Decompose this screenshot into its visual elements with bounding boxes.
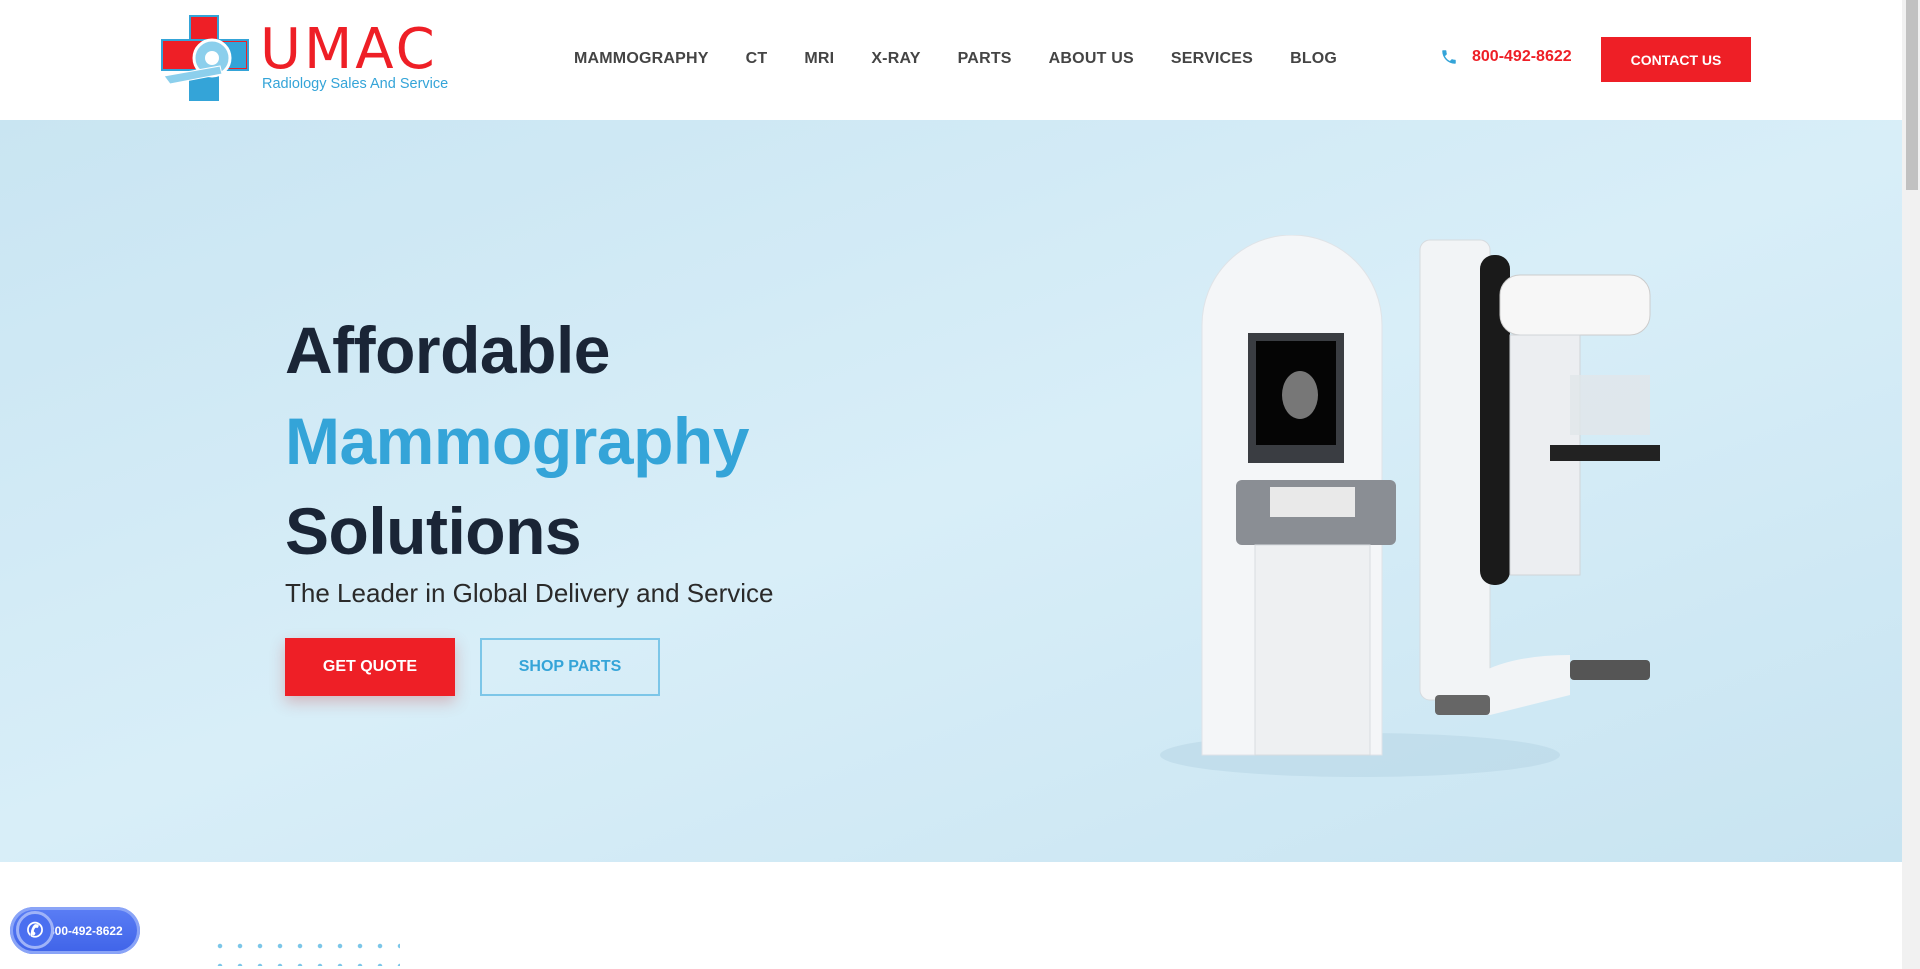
nav-blog[interactable]: BLOG — [1290, 50, 1337, 68]
header-phone-link[interactable]: 800-492-8622 — [1440, 48, 1572, 66]
hero-title-line1: Affordable — [285, 313, 611, 387]
nav-about-us[interactable]: ABOUT US — [1049, 50, 1134, 68]
phone-icon: ✆ — [16, 911, 54, 949]
header-phone-number: 800-492-8622 — [1472, 48, 1572, 65]
hero-title-line3: Solutions — [285, 494, 582, 568]
logo-subtitle: Radiology Sales And Service — [262, 76, 449, 92]
phone-icon — [1442, 50, 1456, 64]
site-header: UMAC Radiology Sales And Service MAMMOGR… — [0, 0, 1902, 120]
floating-phone-number: 800-492-8622 — [48, 923, 123, 938]
floating-call-button[interactable]: ✆ 800-492-8622 — [10, 907, 140, 954]
nav-ct[interactable]: CT — [746, 50, 768, 68]
logo[interactable]: UMAC Radiology Sales And Service — [160, 14, 460, 104]
contact-us-button[interactable]: CONTACT US — [1601, 37, 1751, 82]
hero-title-line2: Mammography — [285, 404, 749, 478]
main-nav: MAMMOGRAPHY CT MRI X-RAY PARTS ABOUT US … — [574, 50, 1374, 68]
nav-mri[interactable]: MRI — [804, 50, 834, 68]
nav-parts[interactable]: PARTS — [958, 50, 1012, 68]
mammography-machine-image — [1160, 235, 1660, 777]
nav-services[interactable]: SERVICES — [1171, 50, 1253, 68]
hero-subtitle: The Leader in Global Delivery and Servic… — [285, 578, 774, 608]
nav-x-ray[interactable]: X-RAY — [871, 50, 920, 68]
scrollbar-thumb[interactable] — [1906, 0, 1918, 190]
logo-cross-icon — [161, 15, 249, 101]
hero-section: Affordable Mammography Solutions The Lea… — [0, 120, 1902, 862]
logo-title: UMAC — [260, 17, 438, 82]
nav-mammography[interactable]: MAMMOGRAPHY — [574, 50, 709, 68]
shop-parts-button[interactable]: SHOP PARTS — [480, 638, 660, 696]
scrollbar[interactable] — [1902, 0, 1920, 969]
get-quote-button[interactable]: GET QUOTE — [285, 638, 455, 696]
decorative-dots — [210, 936, 400, 966]
